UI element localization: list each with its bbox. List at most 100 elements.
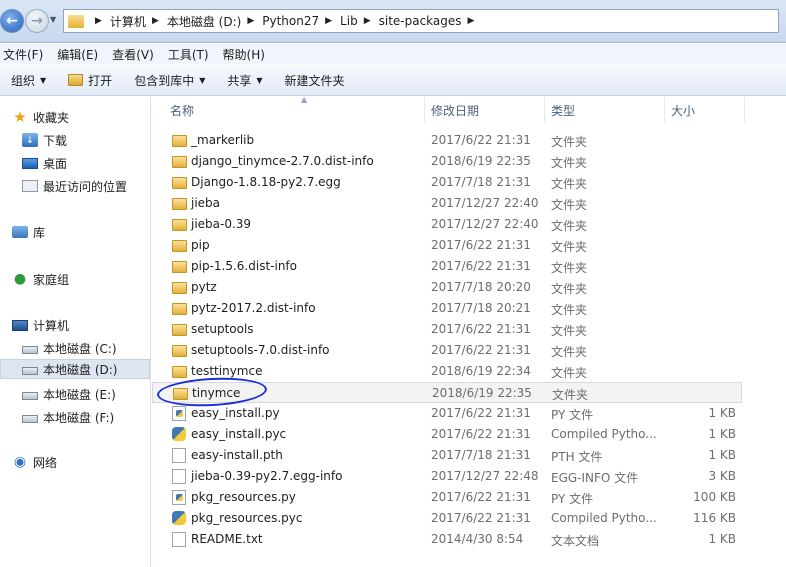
file-modified-date: 2017/6/22 21:31 bbox=[431, 238, 531, 252]
file-name: pytz-2017.2.dist-info bbox=[191, 301, 316, 315]
column-header-name[interactable]: ▲ 名称 bbox=[164, 95, 425, 123]
file-modified-date: 2017/12/27 22:48 bbox=[431, 469, 539, 483]
open-button[interactable]: 打开 bbox=[68, 72, 112, 89]
share-button[interactable]: 共享 ▼ bbox=[227, 72, 262, 89]
file-modified-date: 2017/6/22 21:31 bbox=[431, 427, 531, 441]
file-row[interactable]: README.txt 2014/4/30 8:54 文本文档 1 KB bbox=[152, 529, 742, 550]
nav-recent-places[interactable]: 最近访问的位置 bbox=[22, 176, 127, 196]
menu-edit[interactable]: 编辑(E) bbox=[57, 46, 98, 63]
path-root-chevron[interactable]: ▶ bbox=[89, 16, 110, 26]
column-header-date[interactable]: 修改日期 bbox=[425, 97, 545, 123]
file-modified-date: 2017/7/18 20:21 bbox=[431, 301, 531, 315]
file-size: 1 KB bbox=[708, 406, 736, 420]
folder-icon bbox=[172, 219, 187, 231]
file-row[interactable]: pkg_resources.pyc 2017/6/22 21:31 Compiled… bbox=[152, 508, 742, 529]
breadcrumb-site-packages[interactable]: site-packages ▶ bbox=[379, 14, 483, 28]
drive-icon bbox=[22, 391, 38, 400]
download-icon: ↓ bbox=[22, 133, 38, 147]
nav-drive-d[interactable]: 本地磁盘 (D:) bbox=[0, 359, 150, 379]
nav-libraries[interactable]: 库 bbox=[12, 222, 45, 242]
file-type: EGG-INFO 文件 bbox=[551, 471, 639, 485]
breadcrumb-drive-d[interactable]: 本地磁盘 (D:) ▶ bbox=[167, 13, 262, 30]
file-row[interactable]: pytz 2017/7/18 20:20 文件夹 bbox=[152, 277, 742, 298]
navigation-pane: ★ 收藏夹 ↓ 下载 桌面 最近访问的位置 库 ● 家庭组 计算机 本地磁盘 (C:)… bbox=[0, 97, 151, 567]
menu-view[interactable]: 查看(V) bbox=[112, 46, 154, 63]
file-type: Compiled Pytho... bbox=[551, 427, 657, 441]
file-row[interactable]: easy-install.pth 2017/7/18 21:31 PTH 文件 1 K… bbox=[152, 445, 742, 466]
include-in-library-button[interactable]: 包含到库中 ▼ bbox=[134, 72, 205, 89]
file-type: 文件夹 bbox=[551, 177, 588, 191]
file-row[interactable]: jieba-0.39-py2.7.egg-info 2017/12/27 22:4… bbox=[152, 466, 742, 487]
folder-icon bbox=[172, 324, 187, 336]
file-row[interactable]: pkg_resources.py 2017/6/22 21:31 PY 文件 100 … bbox=[152, 487, 742, 508]
organize-button[interactable]: 组织 ▼ bbox=[11, 72, 46, 89]
column-header-type[interactable]: 类型 bbox=[545, 97, 665, 123]
nav-downloads[interactable]: ↓ 下载 bbox=[22, 130, 67, 150]
file-type: Compiled Pytho... bbox=[551, 511, 657, 525]
file-name: pip bbox=[191, 238, 210, 252]
column-header-size[interactable]: 大小 bbox=[665, 97, 745, 123]
file-name: testtinymce bbox=[191, 364, 263, 378]
file-size: 116 KB bbox=[693, 511, 736, 525]
file-name: jieba-0.39-py2.7.egg-info bbox=[191, 469, 343, 483]
nav-network[interactable]: ◉ 网络 bbox=[12, 452, 57, 472]
breadcrumb-computer[interactable]: 计算机 ▶ bbox=[110, 13, 167, 30]
breadcrumb-lib[interactable]: Lib ▶ bbox=[340, 14, 379, 28]
folder-icon bbox=[172, 282, 187, 294]
folder-icon bbox=[172, 303, 187, 315]
nav-homegroup[interactable]: ● 家庭组 bbox=[12, 269, 69, 289]
file-type: PY 文件 bbox=[551, 492, 594, 506]
file-name: Django-1.8.18-py2.7.egg bbox=[191, 175, 341, 189]
file-row[interactable]: easy_install.pyc 2017/6/22 21:31 Compiled … bbox=[152, 424, 742, 445]
file-row[interactable]: _markerlib 2017/6/22 21:31 文件夹 bbox=[152, 130, 742, 151]
file-modified-date: 2018/6/19 22:35 bbox=[432, 386, 532, 400]
file-row[interactable]: pip 2017/6/22 21:31 文件夹 bbox=[152, 235, 742, 256]
file-name: pkg_resources.py bbox=[191, 490, 296, 504]
file-row[interactable]: pip-1.5.6.dist-info 2017/6/22 21:31 文件夹 bbox=[152, 256, 742, 277]
file-modified-date: 2017/7/18 21:31 bbox=[431, 175, 531, 189]
open-folder-icon bbox=[68, 74, 84, 86]
nav-drive-c[interactable]: 本地磁盘 (C:) bbox=[22, 338, 117, 358]
file-modified-date: 2018/6/19 22:34 bbox=[431, 364, 531, 378]
text-file-icon bbox=[172, 469, 186, 484]
file-row[interactable]: jieba 2017/12/27 22:40 文件夹 bbox=[152, 193, 742, 214]
file-row[interactable]: jieba-0.39 2017/12/27 22:40 文件夹 bbox=[152, 214, 742, 235]
file-size: 100 KB bbox=[693, 490, 736, 504]
new-folder-button[interactable]: 新建文件夹 bbox=[285, 72, 345, 89]
library-icon bbox=[12, 226, 28, 238]
nav-drive-e[interactable]: 本地磁盘 (E:) bbox=[22, 384, 116, 404]
file-type: 文件夹 bbox=[551, 345, 588, 359]
pyc-file-icon bbox=[172, 427, 186, 441]
file-name: easy_install.pyc bbox=[191, 427, 287, 441]
back-button[interactable]: ← bbox=[0, 9, 24, 33]
file-modified-date: 2017/7/18 20:20 bbox=[431, 280, 531, 294]
nav-drive-f[interactable]: 本地磁盘 (F:) bbox=[22, 407, 114, 427]
file-name: _markerlib bbox=[191, 133, 255, 147]
file-row[interactable]: setuptools 2017/6/22 21:31 文件夹 bbox=[152, 319, 742, 340]
py-file-icon bbox=[172, 490, 186, 505]
nav-favorites[interactable]: ★ 收藏夹 bbox=[12, 107, 69, 127]
folder-icon bbox=[172, 135, 187, 147]
file-row[interactable]: pytz-2017.2.dist-info 2017/7/18 20:21 文件夹 bbox=[152, 298, 742, 319]
menu-tools[interactable]: 工具(T) bbox=[168, 46, 209, 63]
file-row[interactable]: Django-1.8.18-py2.7.egg 2017/7/18 21:31 文件… bbox=[152, 172, 742, 193]
file-name: jieba bbox=[191, 196, 221, 210]
file-type: 文件夹 bbox=[551, 240, 588, 254]
nav-desktop[interactable]: 桌面 bbox=[22, 153, 67, 173]
folder-icon bbox=[68, 14, 84, 28]
file-type: 文件夹 bbox=[552, 388, 589, 402]
text-file-icon bbox=[172, 532, 186, 547]
menu-file[interactable]: 文件(F) bbox=[3, 46, 43, 63]
nav-computer[interactable]: 计算机 bbox=[12, 315, 69, 335]
command-toolbar: 组织 ▼ 打开 包含到库中 ▼ 共享 ▼ 新建文件夹 bbox=[0, 65, 786, 96]
drive-icon bbox=[22, 414, 38, 423]
file-row[interactable]: setuptools-7.0.dist-info 2017/6/22 21:31 文… bbox=[152, 340, 742, 361]
file-row[interactable]: easy_install.py 2017/6/22 21:31 PY 文件 1 KB bbox=[152, 403, 742, 424]
forward-button[interactable]: → bbox=[25, 9, 49, 33]
menu-help[interactable]: 帮助(H) bbox=[223, 46, 265, 63]
file-name: setuptools-7.0.dist-info bbox=[191, 343, 330, 357]
address-path-box[interactable]: ▶ 计算机 ▶ 本地磁盘 (D:) ▶ Python27 ▶ Lib ▶ site-pa… bbox=[63, 9, 779, 33]
breadcrumb-python27[interactable]: Python27 ▶ bbox=[262, 14, 340, 28]
recent-pages-dropdown[interactable]: ▼ bbox=[50, 15, 56, 24]
file-row[interactable]: django_tinymce-2.7.0.dist-info 2018/6/19 … bbox=[152, 151, 742, 172]
